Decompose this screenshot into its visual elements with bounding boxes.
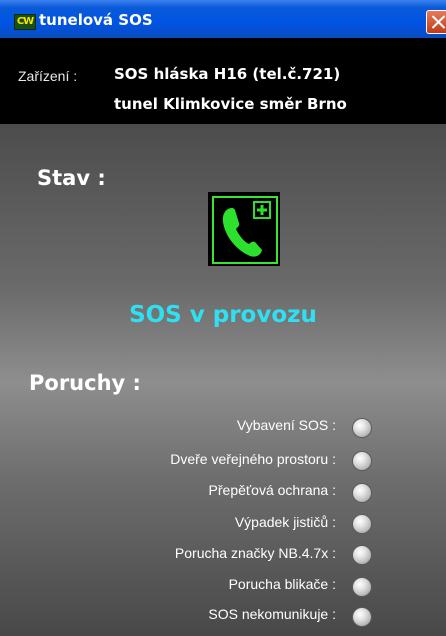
fault-label-dvere: Dveře veřejného prostoru :	[170, 451, 336, 467]
fault-label-porucha-blikace: Porucha blikače :	[228, 576, 336, 592]
phone-plus-icon	[208, 192, 280, 266]
device-name-line1: SOS hláska H16 (tel.č.721)	[114, 65, 341, 83]
title-bar[interactable]: CW tunelová SOS	[0, 0, 446, 38]
app-icon: CW	[14, 14, 36, 30]
fault-indicator-vypadek-jisticu	[353, 515, 371, 533]
status-heading: Stav :	[37, 166, 106, 190]
fault-indicator-porucha-znacky	[353, 546, 371, 564]
faults-heading: Poruchy :	[29, 371, 141, 395]
fault-label-prepetova-ochrana: Přepěťová ochrana :	[208, 482, 336, 498]
phone-icon-frame	[212, 196, 278, 264]
status-value: SOS v provozu	[129, 302, 317, 328]
fault-indicator-prepetova-ochrana	[353, 484, 371, 502]
window-title: tunelová SOS	[39, 11, 153, 29]
fault-indicator-vybaveni-sos	[353, 419, 371, 437]
phone-icon-graphic	[222, 201, 271, 257]
app-window: CW tunelová SOS Zařízení : SOS hláska H1…	[0, 0, 446, 636]
close-button[interactable]	[426, 10, 446, 34]
fault-label-vypadek-jisticu: Výpadek jističů :	[234, 514, 336, 530]
fault-indicator-dvere	[353, 452, 371, 470]
device-name-line2: tunel Klimkovice směr Brno	[114, 95, 347, 113]
fault-indicator-porucha-blikace	[353, 578, 371, 596]
fault-label-porucha-znacky: Porucha značky NB.4.7x :	[174, 545, 336, 561]
fault-label-vybaveni-sos: Vybavení SOS :	[236, 417, 336, 433]
fault-label-sos-nekomunikuje: SOS nekomunikuje :	[208, 606, 336, 622]
device-label: Zařízení :	[18, 68, 78, 84]
fault-indicator-sos-nekomunikuje	[353, 608, 371, 626]
device-panel: Zařízení : SOS hláska H16 (tel.č.721) tu…	[0, 38, 446, 124]
